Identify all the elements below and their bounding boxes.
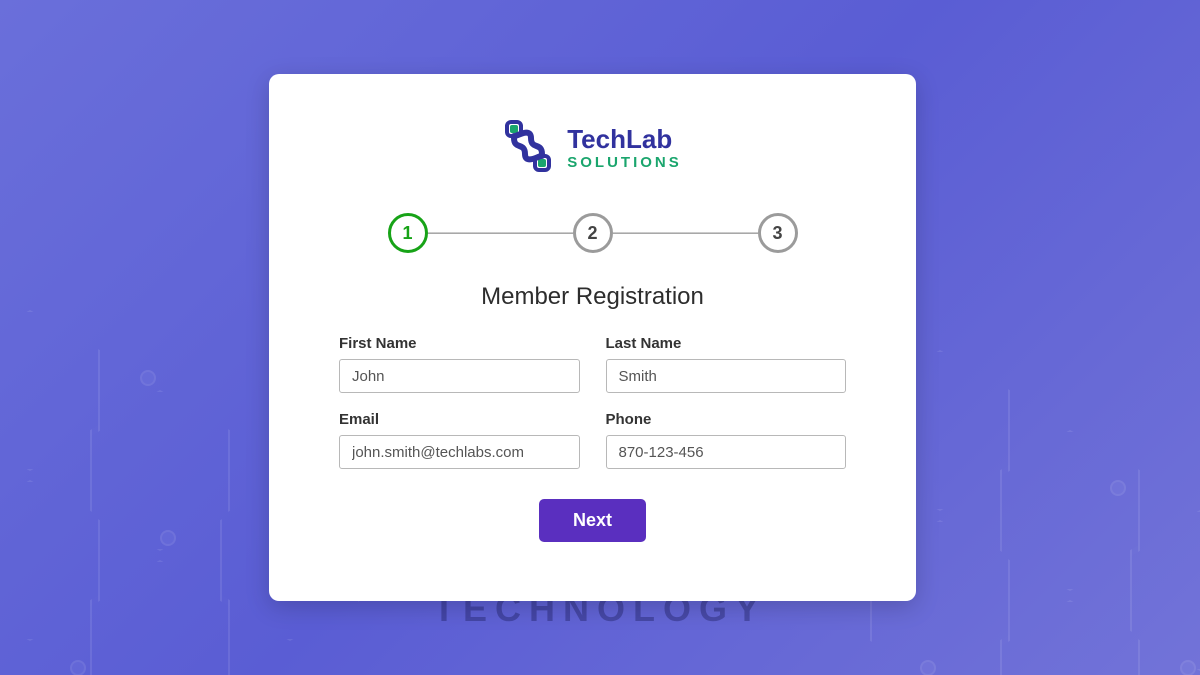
- brand-logo: TechLab SOLUTIONS: [503, 120, 682, 177]
- phone-input[interactable]: [606, 435, 847, 469]
- last-name-label: Last Name: [606, 335, 847, 352]
- last-name-input[interactable]: [606, 359, 847, 393]
- form-title: Member Registration: [481, 283, 704, 311]
- email-input[interactable]: [339, 435, 580, 469]
- form-fields: First Name Last Name Email Phone: [329, 335, 856, 469]
- next-button[interactable]: Next: [539, 499, 646, 542]
- step-3: 3: [758, 213, 798, 253]
- brand-subtitle: SOLUTIONS: [567, 154, 682, 171]
- step-connector: [613, 231, 758, 235]
- brand-mark-icon: [503, 120, 553, 177]
- brand-name: TechLab: [567, 126, 682, 152]
- first-name-input[interactable]: [339, 359, 580, 393]
- registration-card: TechLab SOLUTIONS 1 2 3 Member Registrat…: [269, 74, 916, 601]
- step-2: 2: [573, 213, 613, 253]
- step-1: 1: [388, 213, 428, 253]
- phone-label: Phone: [606, 411, 847, 428]
- step-connector: [428, 231, 573, 235]
- first-name-label: First Name: [339, 335, 580, 352]
- email-label: Email: [339, 411, 580, 428]
- progress-stepper: 1 2 3: [329, 213, 856, 253]
